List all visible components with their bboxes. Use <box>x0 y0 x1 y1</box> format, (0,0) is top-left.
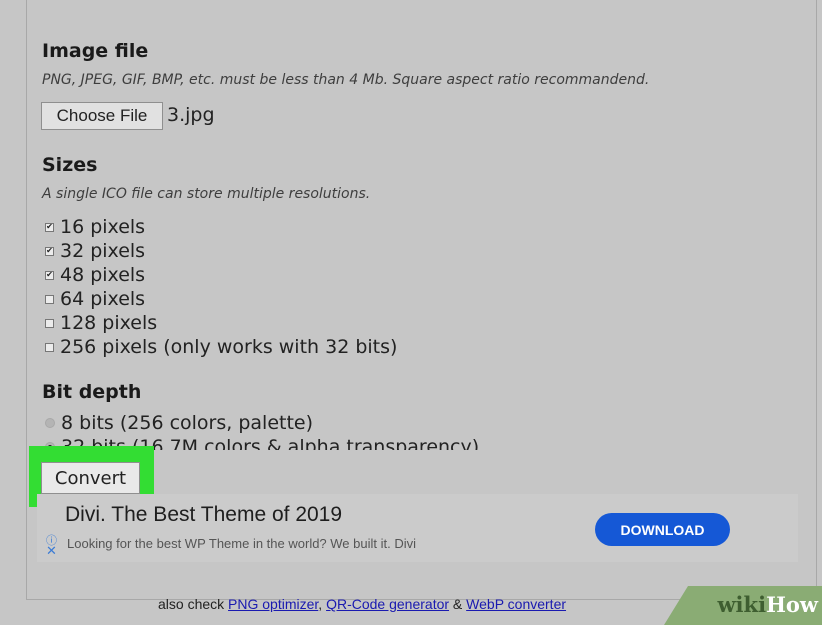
size-label-16: 16 pixels <box>60 216 146 238</box>
image-file-heading: Image file <box>42 40 149 62</box>
checkbox-32[interactable]: ✔ <box>45 246 54 256</box>
wikihow-watermark: wikiHow <box>664 586 822 625</box>
ad-banner[interactable]: Divi. The Best Theme of 2019 ⓘ ✕ Looking… <box>37 494 798 562</box>
checkbox-128[interactable] <box>45 318 54 328</box>
size-option-128[interactable]: 128 pixels <box>45 311 157 335</box>
checkbox-64[interactable] <box>45 294 54 304</box>
checkbox-256[interactable] <box>45 342 54 352</box>
size-label-32: 32 pixels <box>60 240 146 262</box>
qr-code-generator-link[interactable]: QR-Code generator <box>326 596 449 612</box>
bit-depth-heading: Bit depth <box>42 381 142 403</box>
size-label-128: 128 pixels <box>60 312 158 334</box>
sizes-heading: Sizes <box>42 154 98 176</box>
footer-separator-comma: , <box>318 596 323 612</box>
size-label-64: 64 pixels <box>60 288 146 310</box>
close-icon[interactable]: ✕ <box>46 544 57 559</box>
ad-title[interactable]: Divi. The Best Theme of 2019 <box>65 503 342 527</box>
footer-links: also check PNG optimizer, QR-Code genera… <box>158 596 566 612</box>
checkbox-48[interactable]: ✔ <box>45 270 54 280</box>
ad-description: Looking for the best WP Theme in the wor… <box>67 536 417 551</box>
selected-file-name: 3.jpg <box>167 104 215 126</box>
checkbox-16[interactable]: ✔ <box>45 222 54 232</box>
radio-8-bits[interactable] <box>45 418 55 428</box>
png-optimizer-link[interactable]: PNG optimizer <box>228 596 318 612</box>
size-option-256[interactable]: 256 pixels (only works with 32 bits) <box>45 335 397 359</box>
convert-button[interactable]: Convert <box>41 462 140 494</box>
size-option-16[interactable]: ✔ 16 pixels <box>45 215 145 239</box>
wikihow-logo-wiki: wiki <box>717 592 767 617</box>
size-option-48[interactable]: ✔ 48 pixels <box>45 263 145 287</box>
wikihow-logo-how: How <box>766 592 818 617</box>
bit-depth-option-8[interactable]: 8 bits (256 colors, palette) <box>45 411 313 435</box>
size-option-32[interactable]: ✔ 32 pixels <box>45 239 145 263</box>
size-label-256: 256 pixels (only works with 32 bits) <box>60 336 398 358</box>
size-option-64[interactable]: 64 pixels <box>45 287 145 311</box>
size-label-48: 48 pixels <box>60 264 146 286</box>
wikihow-logo: wikiHow <box>717 592 818 617</box>
choose-file-button[interactable]: Choose File <box>41 102 163 130</box>
footer-separator-ampersand: & <box>452 596 463 612</box>
footer-prefix: also check <box>158 596 225 612</box>
download-button[interactable]: DOWNLOAD <box>595 513 730 546</box>
bit-depth-label-8: 8 bits (256 colors, palette) <box>61 412 314 434</box>
webp-converter-link[interactable]: WebP converter <box>466 596 566 612</box>
image-file-note: PNG, JPEG, GIF, BMP, etc. must be less t… <box>42 72 650 88</box>
sizes-note: A single ICO file can store multiple res… <box>42 186 371 202</box>
